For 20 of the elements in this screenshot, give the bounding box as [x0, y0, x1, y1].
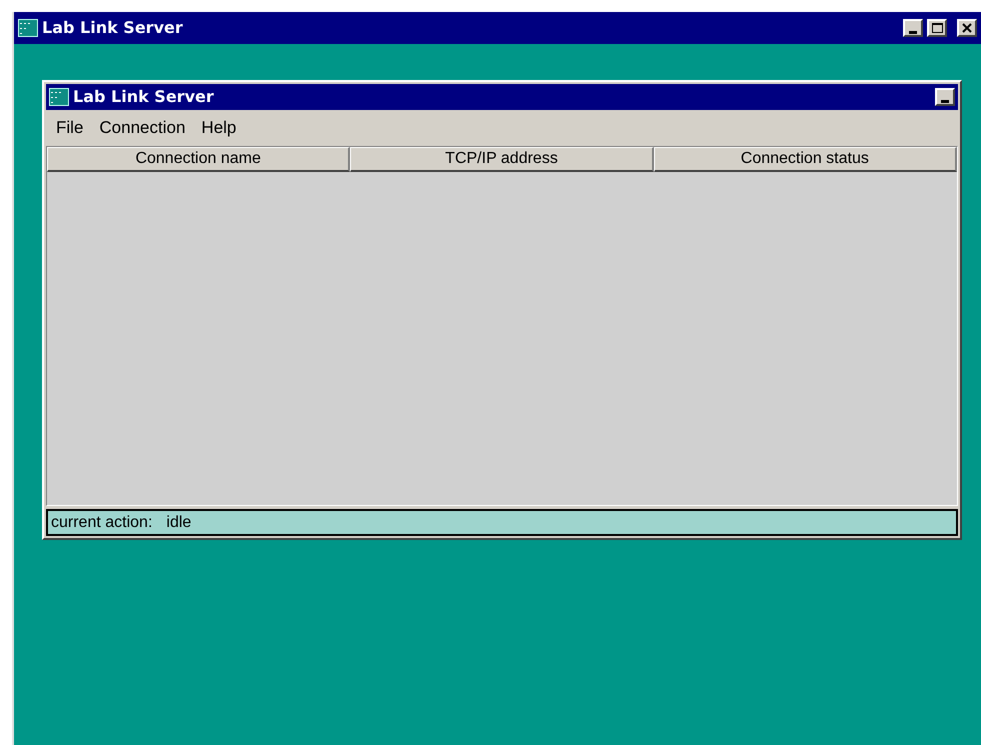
minimize-button[interactable] — [903, 19, 923, 37]
inner-window-title: Lab Link Server — [73, 86, 215, 108]
menu-item[interactable]: Connection — [91, 115, 194, 141]
menu-item[interactable]: Help — [193, 115, 244, 141]
window-title: Lab Link Server — [42, 17, 184, 39]
maximize-button[interactable] — [927, 19, 947, 37]
close-icon — [962, 23, 972, 33]
status-label: current action: — [51, 512, 152, 532]
close-button[interactable] — [957, 19, 977, 37]
minimize-icon — [941, 100, 949, 102]
column-header[interactable]: Connection name — [47, 147, 350, 172]
app-icon — [18, 19, 38, 37]
minimize-button[interactable] — [935, 88, 955, 106]
status-value: idle — [166, 512, 192, 532]
app-icon — [49, 88, 69, 106]
column-header[interactable]: Connection status — [654, 147, 957, 172]
maximize-icon — [932, 23, 942, 33]
menu-item[interactable]: File — [48, 115, 92, 141]
minimize-icon — [909, 30, 917, 34]
column-header[interactable]: TCP/IP address — [350, 147, 654, 172]
